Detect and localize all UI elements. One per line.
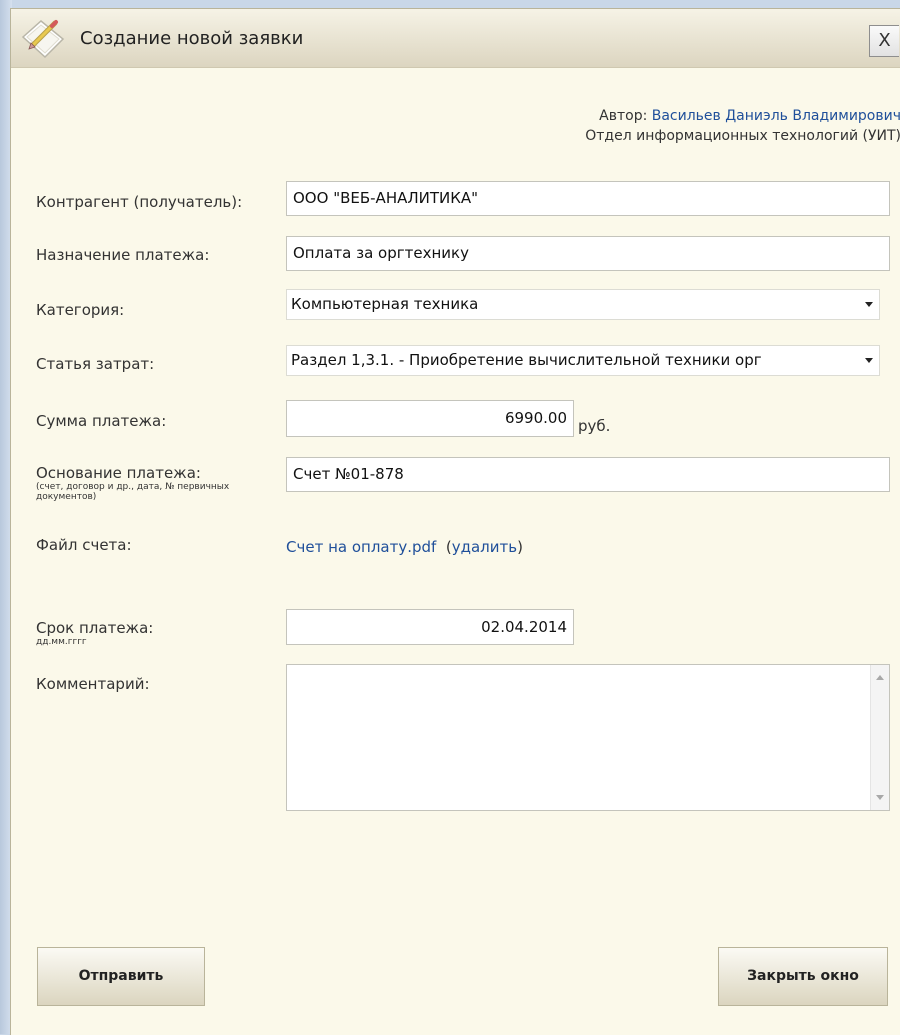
- close-button[interactable]: X: [869, 25, 899, 57]
- comment-scrollbar[interactable]: [870, 665, 889, 810]
- comment-label: Комментарий:: [36, 675, 150, 693]
- due-date-hint: дд.мм.гггг: [36, 637, 87, 647]
- due-date-input[interactable]: 02.04.2014: [286, 609, 574, 645]
- scroll-down-icon[interactable]: [876, 795, 884, 800]
- comment-textarea[interactable]: [286, 664, 890, 811]
- cost-item-select[interactable]: Раздел 1,3.1. - Приобретение вычислитель…: [286, 345, 880, 376]
- currency-unit: руб.: [578, 417, 611, 435]
- invoice-file-link[interactable]: Счет на оплату.pdf: [286, 538, 436, 556]
- category-label: Категория:: [36, 301, 125, 319]
- author-department: Отдел информационных технологий (УИТ): [585, 128, 900, 144]
- scroll-up-icon[interactable]: [876, 675, 884, 680]
- dropdown-arrow-icon: [865, 358, 873, 363]
- counterparty-label: Контрагент (получатель):: [36, 193, 243, 211]
- cost-item-selected: Раздел 1,3.1. - Приобретение вычислитель…: [291, 351, 762, 369]
- amount-label: Сумма платежа:: [36, 412, 167, 430]
- basis-input[interactable]: Счет №01-878: [286, 457, 890, 492]
- basis-label: Основание платежа:: [36, 464, 201, 482]
- dialog-titlebar: Создание новой заявки X: [11, 9, 900, 68]
- amount-input[interactable]: 6990.00: [286, 400, 574, 437]
- author-line: Автор: Васильев Даниэль Владимирович: [585, 106, 900, 126]
- author-info: Автор: Васильев Даниэль Владимирович Отд…: [585, 106, 900, 146]
- close-window-button[interactable]: Закрыть окно: [718, 947, 888, 1006]
- dialog-title: Создание новой заявки: [80, 28, 304, 49]
- cost-item-label: Статья затрат:: [36, 355, 155, 373]
- purpose-input[interactable]: Оплата за оргтехнику: [286, 236, 890, 271]
- due-date-label: Срок платежа:: [36, 619, 154, 637]
- submit-button[interactable]: Отправить: [37, 947, 205, 1006]
- comment-text: [287, 665, 889, 677]
- pencil-paper-icon: [19, 15, 67, 61]
- basis-hint: (счет, договор и др., дата, № первичных …: [36, 482, 230, 502]
- delete-file-link[interactable]: удалить: [452, 538, 517, 556]
- counterparty-input[interactable]: ООО "ВЕБ-АНАЛИТИКА": [286, 181, 890, 216]
- new-request-dialog: Создание новой заявки X Автор: Васильев …: [10, 8, 900, 1035]
- category-selected: Компьютерная техника: [291, 295, 479, 313]
- author-name: Васильев Даниэль Владимирович: [651, 108, 900, 124]
- invoice-file-label: Файл счета:: [36, 536, 132, 554]
- author-label: Автор:: [599, 108, 648, 124]
- purpose-label: Назначение платежа:: [36, 246, 210, 264]
- invoice-file-line: Счет на оплату.pdf (удалить): [286, 538, 523, 556]
- category-select[interactable]: Компьютерная техника: [286, 289, 880, 320]
- dropdown-arrow-icon: [865, 302, 873, 307]
